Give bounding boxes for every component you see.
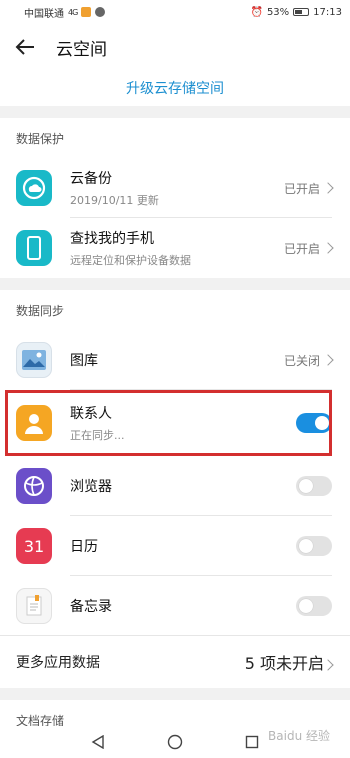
chevron-right-icon [322, 182, 334, 194]
browser-row[interactable]: 浏览器 [0, 456, 350, 516]
data-sync-section: 数据同步 图库 已关闭 联系人 正在同步... 浏览器 31 日历 备忘录 更多… [0, 290, 350, 688]
browser-icon [16, 468, 52, 504]
notification-icon [81, 7, 92, 17]
row-status: 已开启 [283, 241, 320, 256]
page-title: 云空间 [56, 39, 107, 60]
calendar-sync-toggle[interactable] [296, 536, 332, 556]
row-subtitle: 正在同步... [70, 429, 125, 442]
row-subtitle: 2019/10/11 更新 [70, 194, 159, 207]
divider [0, 635, 350, 636]
app-header: 云空间 [0, 24, 350, 70]
notepad-sync-toggle[interactable] [296, 596, 332, 616]
nav-home-icon[interactable] [167, 734, 183, 750]
find-phone-icon [16, 230, 52, 266]
chevron-right-icon [322, 242, 334, 254]
row-subtitle: 远程定位和保护设备数据 [70, 254, 191, 267]
contacts-icon [16, 405, 52, 441]
row-title: 查找我的手机 [70, 231, 154, 247]
calendar-icon: 31 [16, 528, 52, 564]
nav-recent-icon[interactable] [245, 735, 259, 749]
chevron-right-icon [322, 659, 334, 671]
notepad-icon [16, 588, 52, 624]
gallery-icon [16, 342, 52, 378]
section-title: 数据同步 [16, 303, 65, 318]
browser-sync-toggle[interactable] [296, 476, 332, 496]
watermark: Baidu 经验 [268, 729, 330, 743]
row-title: 浏览器 [70, 479, 112, 495]
nav-back-icon[interactable] [91, 735, 105, 749]
cloud-backup-row[interactable]: 云备份 2019/10/11 更新 已开启 [0, 158, 350, 218]
contacts-sync-toggle[interactable] [296, 413, 332, 433]
row-title: 备忘录 [70, 599, 112, 615]
notepad-row[interactable]: 备忘录 [0, 576, 350, 636]
row-title: 联系人 [70, 406, 112, 422]
row-title: 日历 [70, 539, 98, 555]
alarm-icon: ⏰ [250, 6, 263, 18]
row-status: 5 项未开启 [244, 654, 324, 673]
battery-icon [293, 8, 310, 16]
find-phone-row[interactable]: 查找我的手机 远程定位和保护设备数据 已开启 [0, 218, 350, 278]
clock: 17:13 [313, 6, 342, 18]
row-title: 云备份 [70, 171, 112, 187]
contacts-row[interactable]: 联系人 正在同步... [0, 390, 350, 456]
gallery-row[interactable]: 图库 已关闭 [0, 330, 350, 390]
back-arrow-icon[interactable] [14, 36, 36, 58]
sync-status-icon [95, 7, 106, 17]
chevron-right-icon [322, 354, 334, 366]
battery-percent: 53% [266, 6, 290, 18]
row-status: 已开启 [283, 181, 320, 196]
status-bar: 中国联通 4G ⏰ 53% 17:13 [0, 0, 350, 24]
row-title: 更多应用数据 [16, 655, 100, 671]
carrier-label: 中国联通 [24, 8, 64, 20]
calendar-row[interactable]: 31 日历 [0, 516, 350, 576]
upgrade-storage-link[interactable]: 升级云存储空间 [0, 70, 350, 106]
row-title: 图库 [70, 353, 98, 369]
cloud-backup-icon [16, 170, 52, 206]
signal-icon: 4G [68, 7, 78, 17]
data-protection-section: 数据保护 云备份 2019/10/11 更新 已开启 查找我的手机 远程定位和保… [0, 118, 350, 278]
section-title: 数据保护 [16, 131, 65, 146]
row-status: 已关闭 [283, 353, 320, 368]
more-app-data-row[interactable]: 更多应用数据 5 项未开启 [0, 636, 350, 688]
